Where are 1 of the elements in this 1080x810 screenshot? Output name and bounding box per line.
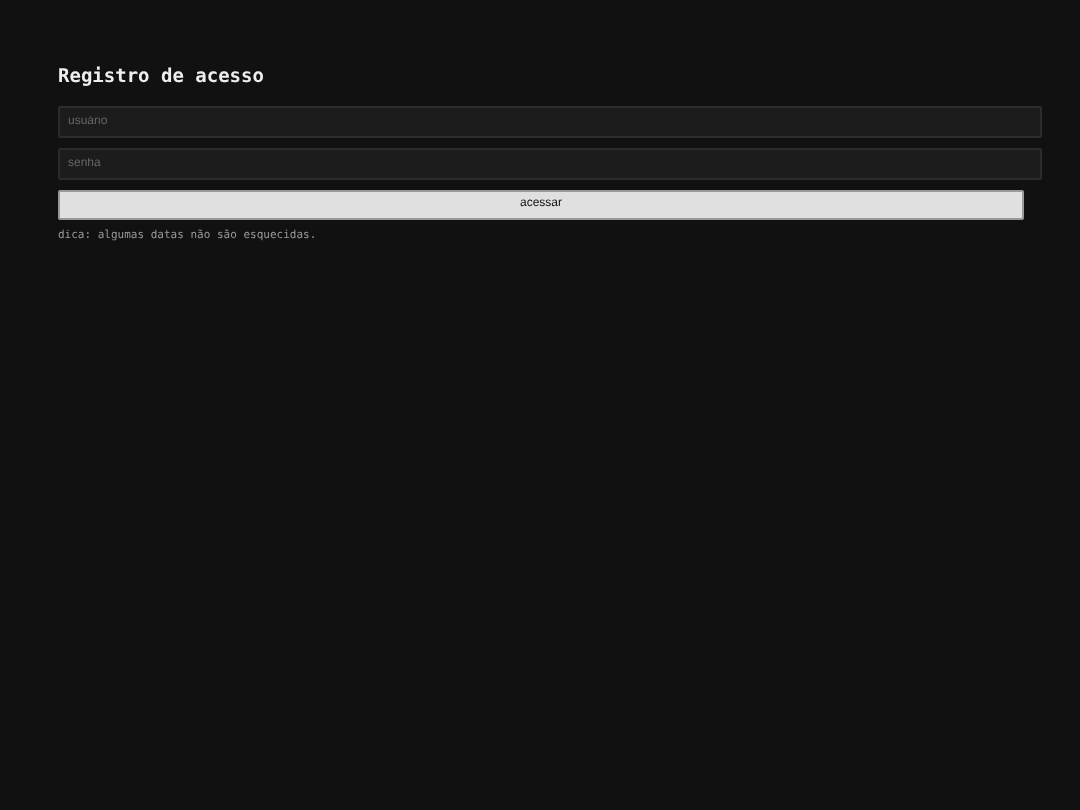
form-title: Registro de acesso (58, 64, 266, 92)
